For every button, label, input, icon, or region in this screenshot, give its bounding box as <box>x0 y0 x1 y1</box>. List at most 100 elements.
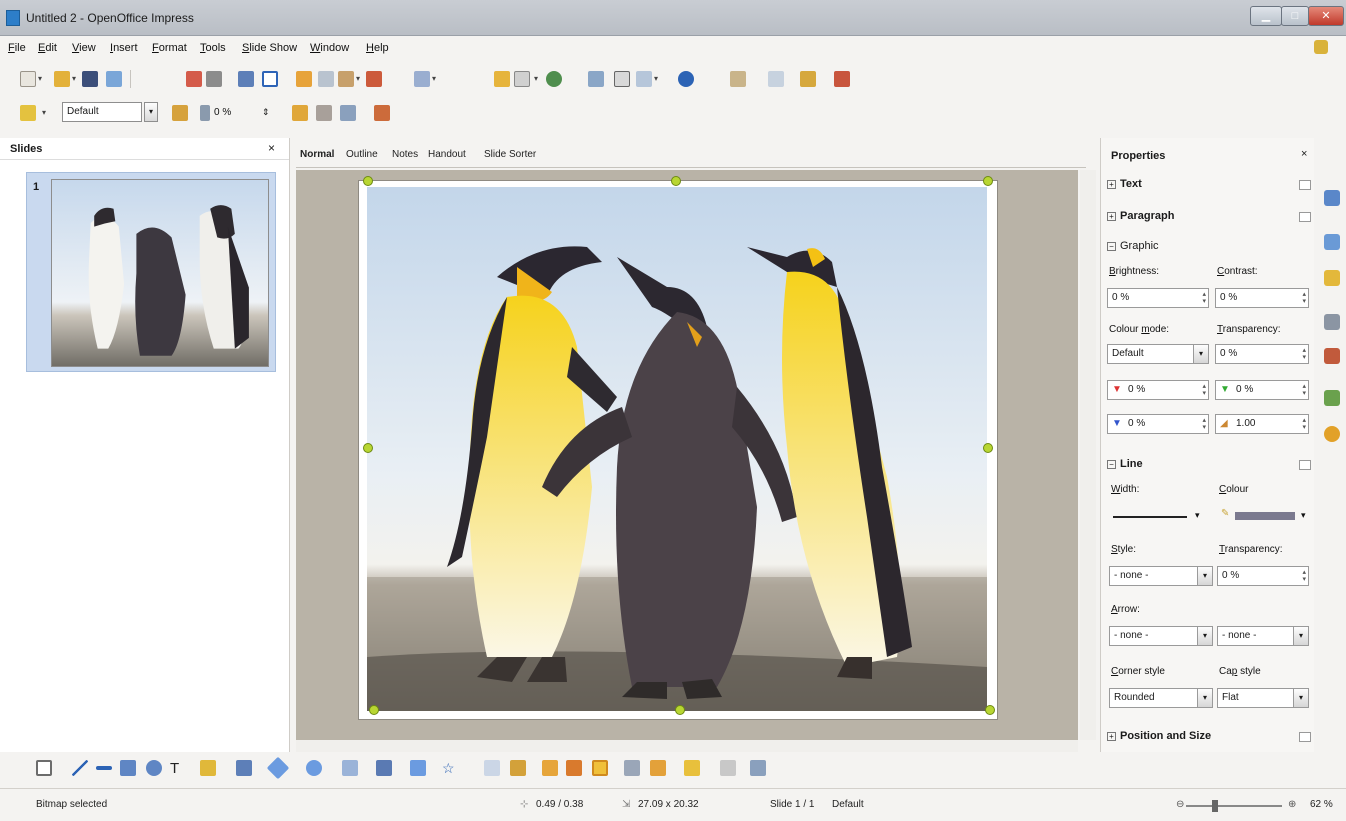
transparency-toolbar-value[interactable]: 0 % <box>214 107 231 118</box>
new-dropdown-icon[interactable]: ▾ <box>38 74 42 83</box>
paste-icon[interactable] <box>338 71 354 87</box>
effects-icon[interactable] <box>374 105 390 121</box>
tab-slide-sorter[interactable]: Slide Sorter <box>484 149 536 160</box>
menu-help[interactable]: Help <box>366 42 389 54</box>
table-icon[interactable] <box>514 71 530 87</box>
cap-style-dropdown-icon[interactable]: ▾ <box>1293 688 1309 708</box>
fontwork-icon[interactable] <box>542 760 558 776</box>
line-colour-pen-icon[interactable]: ✎ <box>1221 508 1229 519</box>
close-document-icon[interactable] <box>1314 40 1328 54</box>
slide-thumbnail-row[interactable]: 1 <box>26 172 276 372</box>
styles-icon[interactable] <box>1324 348 1340 364</box>
menu-window[interactable]: Window <box>310 42 349 54</box>
cut-icon[interactable] <box>296 71 312 87</box>
copy-icon[interactable] <box>318 71 334 87</box>
chart-icon[interactable] <box>494 71 510 87</box>
arrow-start-select[interactable]: - none - ▾ <box>1109 626 1213 646</box>
rectangle-tool-icon[interactable] <box>120 760 136 776</box>
brightness-spinbox[interactable]: 0 % ▴ ▾ <box>1107 288 1209 308</box>
section-paragraph[interactable]: + Paragraph <box>1107 210 1174 222</box>
gallery-toolbar-icon[interactable] <box>592 760 608 776</box>
spin-arrows-icon[interactable]: ▴ ▾ <box>1202 417 1206 431</box>
print-icon[interactable] <box>206 71 222 87</box>
slides-panel-close-icon[interactable]: × <box>268 141 275 155</box>
autospellcheck-icon[interactable] <box>262 71 278 87</box>
tab-normal[interactable]: Normal <box>300 149 334 160</box>
align-icon[interactable] <box>650 760 666 776</box>
menu-format[interactable]: Format <box>152 42 187 54</box>
flowchart-icon[interactable] <box>376 760 392 776</box>
corner-style-select[interactable]: Rounded ▾ <box>1109 688 1213 708</box>
maximize-button[interactable]: □ <box>1281 6 1309 26</box>
section-graphic[interactable]: − Graphic <box>1107 240 1159 252</box>
menu-file[interactable]: File <box>8 42 26 54</box>
zoom-dropdown-icon[interactable]: ▾ <box>654 74 658 83</box>
display-grid-icon[interactable] <box>546 71 562 87</box>
slide-canvas[interactable] <box>358 176 998 720</box>
section-line[interactable]: − Line <box>1107 458 1143 470</box>
email-icon[interactable] <box>106 71 122 87</box>
spellcheck-icon[interactable] <box>238 71 254 87</box>
open-dropdown-icon[interactable]: ▾ <box>72 74 76 83</box>
horizontal-scrollbar[interactable] <box>296 740 1078 752</box>
block-arrows-icon[interactable] <box>342 760 358 776</box>
text-tool-icon[interactable]: T <box>170 760 186 777</box>
text-more-options-icon[interactable] <box>1299 180 1311 190</box>
toggle-extrusion-icon[interactable] <box>750 760 766 776</box>
graphics-mode-dropdown-button[interactable]: ▾ <box>144 102 158 122</box>
crop-icon[interactable] <box>292 105 308 121</box>
paragraph-more-options-icon[interactable] <box>1299 212 1311 222</box>
new-document-icon[interactable] <box>20 71 36 87</box>
graphic-object-icon[interactable] <box>340 105 356 121</box>
transparency-spin-icon[interactable]: ⇕ <box>262 107 270 118</box>
arrow-end-dropdown-icon[interactable]: ▾ <box>1293 626 1309 646</box>
spin-arrows-icon[interactable]: ▴ ▾ <box>1302 347 1306 361</box>
zoom-slider-knob[interactable] <box>1212 800 1218 812</box>
basic-shapes-icon[interactable] <box>266 756 290 780</box>
graphic-transparency-spinbox[interactable]: 0 % ▴ ▾ <box>1215 344 1309 364</box>
menu-tools[interactable]: Tools <box>200 42 226 54</box>
section-position-size[interactable]: + Position and Size <box>1107 730 1211 742</box>
menu-edit[interactable]: Edit <box>38 42 57 54</box>
line-arrow-tool-icon[interactable] <box>96 766 112 770</box>
properties-deck-icon[interactable] <box>1324 190 1340 206</box>
line-style-select[interactable]: - none - ▾ <box>1109 566 1213 586</box>
zoom-slider-track[interactable] <box>1186 805 1282 807</box>
arrow-start-dropdown-icon[interactable]: ▾ <box>1197 626 1213 646</box>
corner-style-dropdown-icon[interactable]: ▾ <box>1197 688 1213 708</box>
arrange-icon[interactable] <box>684 760 700 776</box>
resize-handle-left[interactable] <box>363 443 373 453</box>
line-more-options-icon[interactable] <box>1299 460 1311 470</box>
line-tool-icon[interactable] <box>72 760 88 776</box>
callouts-icon[interactable] <box>410 760 426 776</box>
gamma-spinbox[interactable]: ◢ 1.00 ▴ ▾ <box>1215 414 1309 434</box>
tab-outline[interactable]: Outline <box>346 149 378 160</box>
minimize-button[interactable]: ▁ <box>1250 6 1282 26</box>
gallery-deck-icon[interactable] <box>1324 390 1340 406</box>
line-width-dropdown-icon[interactable]: ▾ <box>1195 510 1200 521</box>
resize-handle-right[interactable] <box>983 443 993 453</box>
cap-style-select[interactable]: Flat ▾ <box>1217 688 1309 708</box>
position-more-options-icon[interactable] <box>1299 732 1311 742</box>
shadow-icon[interactable] <box>720 760 736 776</box>
flip-icon[interactable] <box>316 105 332 121</box>
help-icon[interactable] <box>678 71 694 87</box>
spin-arrows-icon[interactable]: ▴ ▾ <box>1202 383 1206 397</box>
tab-notes[interactable]: Notes <box>392 149 418 160</box>
spin-arrows-icon[interactable]: ▴ ▾ <box>1302 291 1306 305</box>
colour-mode-select[interactable]: Default ▾ <box>1107 344 1209 364</box>
stars-icon[interactable]: ☆ <box>442 760 458 776</box>
graphics-mode-select[interactable]: Default <box>62 102 142 122</box>
connector-tool-icon[interactable] <box>236 760 252 776</box>
zoom-out-icon[interactable]: ⊖ <box>1176 799 1184 810</box>
slide-layout-icon[interactable] <box>730 71 746 87</box>
resize-handle-top[interactable] <box>671 176 681 186</box>
slide-thumbnail[interactable] <box>51 179 269 367</box>
vertical-scrollbar[interactable] <box>1080 170 1096 740</box>
colour-mode-dropdown-icon[interactable]: ▾ <box>1193 344 1209 364</box>
line-transparency-spinbox[interactable]: 0 % ▴ ▾ <box>1217 566 1309 586</box>
navigator-deck-icon[interactable] <box>1324 426 1340 442</box>
zoom-in-icon[interactable]: ⊕ <box>1288 799 1296 810</box>
properties-close-icon[interactable]: × <box>1301 148 1307 160</box>
clone-formatting-icon[interactable] <box>366 71 382 87</box>
